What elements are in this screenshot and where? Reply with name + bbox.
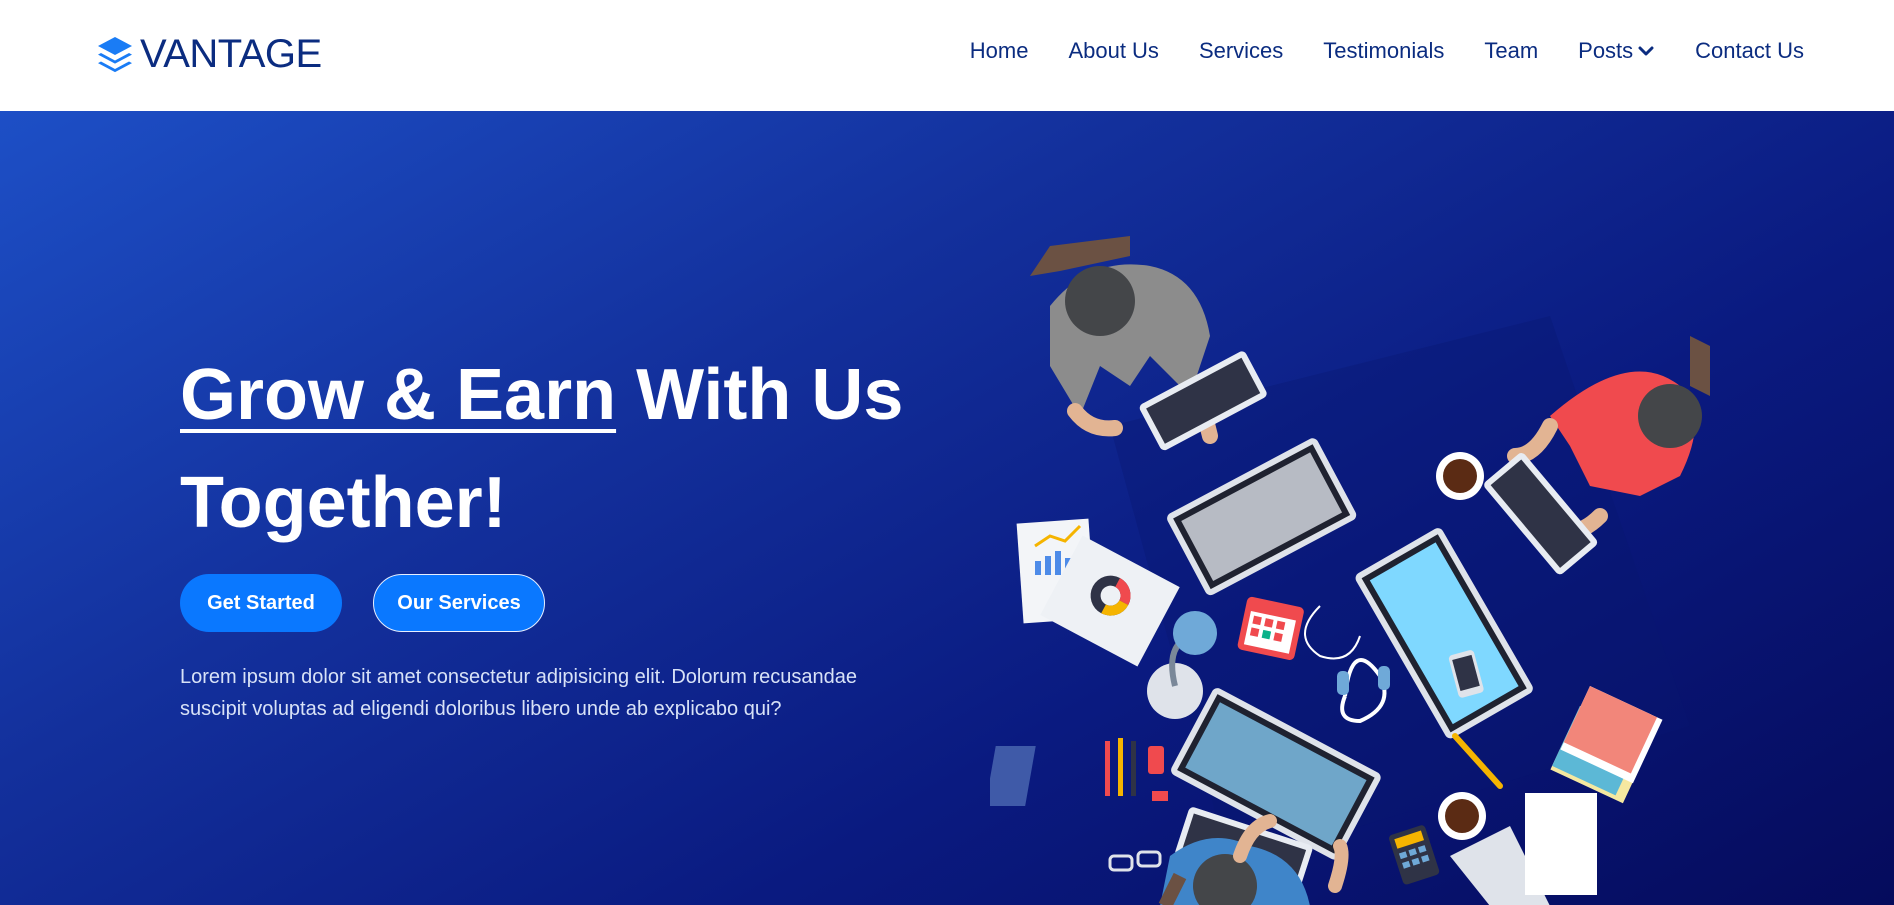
top-navbar: VANTAGE Home About Us Services Testimoni… <box>0 0 1894 111</box>
brand-logo[interactable]: VANTAGE <box>96 32 322 77</box>
hero-section: Grow & Earn With Us Together! Get Starte… <box>0 111 1894 905</box>
nav-link-about-us[interactable]: About Us <box>1068 38 1159 64</box>
nav-dropdown-posts[interactable]: Posts <box>1578 38 1655 64</box>
nav-link-label: Home <box>969 38 1029 63</box>
nav-link-label: Testimonials <box>1323 38 1445 63</box>
brand-name: VANTAGE <box>140 32 322 76</box>
nav-link-testimonials[interactable]: Testimonials <box>1323 38 1444 64</box>
nav-link-label: Team <box>1484 38 1539 63</box>
headline-underlined-text: Grow & Earn <box>180 355 617 435</box>
chevron-down-icon <box>1638 46 1654 56</box>
glasses-icon <box>1108 850 1162 872</box>
get-started-button[interactable]: Get Started <box>180 574 342 632</box>
calculator-icon <box>1389 825 1440 885</box>
nav-link-label: Posts <box>1578 38 1634 63</box>
nav-link-label: Contact Us <box>1695 38 1804 63</box>
nav-link-label: Services <box>1198 38 1284 63</box>
layers-icon <box>98 36 132 72</box>
our-services-button[interactable]: Our Services <box>373 574 545 632</box>
nav-link-label: About Us <box>1068 38 1159 63</box>
nav-link-services[interactable]: Services <box>1199 38 1283 64</box>
team-working-illustration <box>990 236 1710 905</box>
stationery <box>990 738 1168 806</box>
main-menu: Home About Us Services Testimonials Team… <box>970 38 1804 64</box>
nav-link-team[interactable]: Team <box>1484 38 1538 64</box>
nav-link-home[interactable]: Home <box>970 38 1029 64</box>
hero-headline: Grow & Earn With Us Together! <box>180 341 940 557</box>
nav-link-contact-us[interactable]: Contact Us <box>1695 38 1804 64</box>
hero-description: Lorem ipsum dolor sit amet consectetur a… <box>180 666 857 720</box>
